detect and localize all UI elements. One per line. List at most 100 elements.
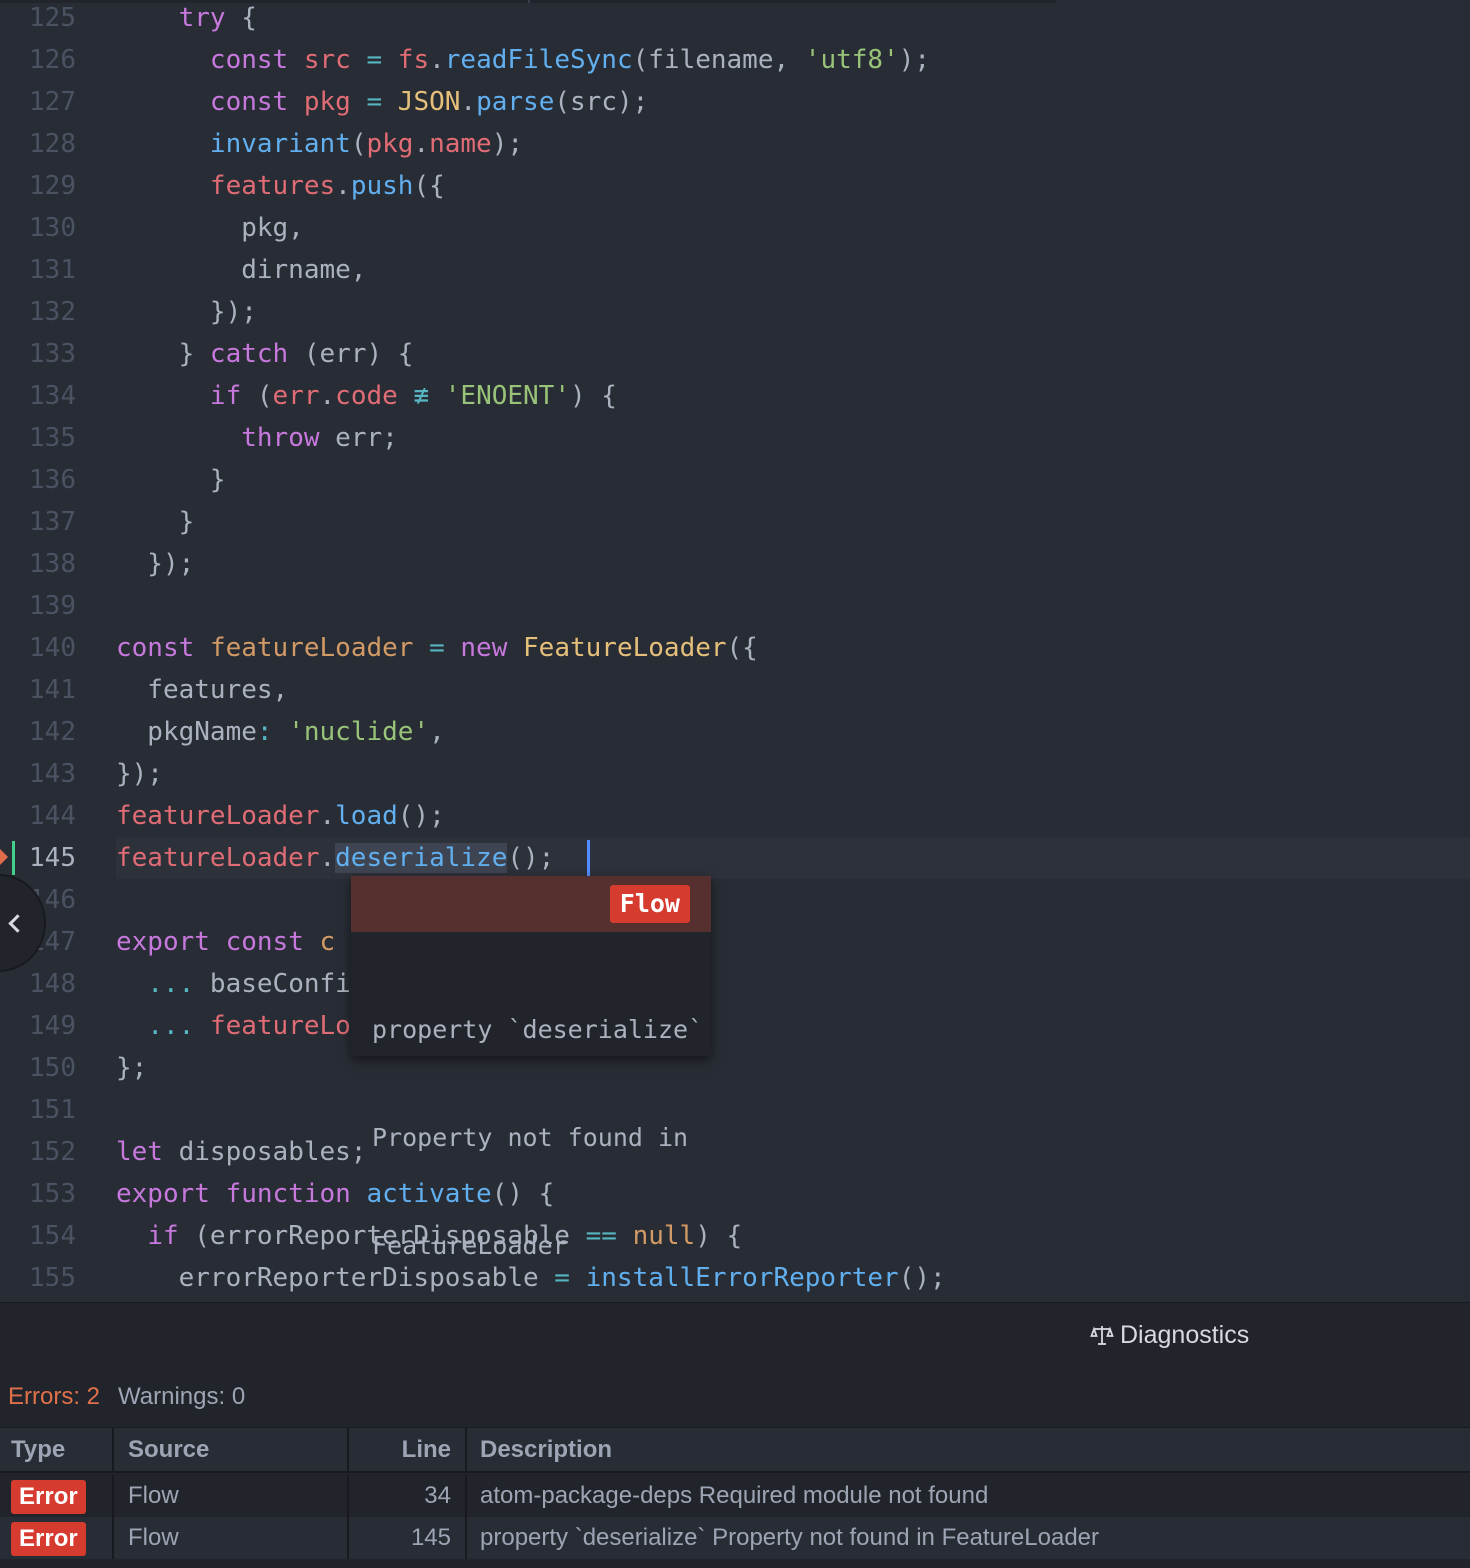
code-line[interactable]: 138 }); bbox=[0, 543, 1470, 585]
line-number[interactable]: 132 bbox=[0, 291, 76, 333]
code-line[interactable]: 141 features, bbox=[0, 669, 1470, 711]
code-line[interactable]: 137 } bbox=[0, 501, 1470, 543]
line-number[interactable]: 150 bbox=[0, 1047, 76, 1089]
line-number[interactable]: 139 bbox=[0, 585, 76, 627]
column-header-description[interactable]: Description bbox=[467, 1428, 1470, 1471]
line-number[interactable]: 125 bbox=[0, 0, 76, 39]
code-text[interactable]: invariant(pkg.name); bbox=[116, 123, 523, 165]
code-text[interactable]: if (err.code ≢ 'ENOENT') { bbox=[116, 375, 617, 417]
code-line[interactable]: 144 featureLoader.load(); bbox=[0, 795, 1470, 837]
code-text[interactable]: pkg, bbox=[116, 207, 304, 249]
line-number[interactable]: 130 bbox=[0, 207, 76, 249]
line-number[interactable]: 135 bbox=[0, 417, 76, 459]
code-text[interactable]: }); bbox=[116, 753, 163, 795]
code-line[interactable]: 126 const src = fs.readFileSync(filename… bbox=[0, 39, 1470, 81]
code-text[interactable]: let disposables; bbox=[116, 1131, 366, 1173]
line-number[interactable]: 128 bbox=[0, 123, 76, 165]
code-text[interactable]: } catch (err) { bbox=[116, 333, 414, 375]
line-number[interactable]: 126 bbox=[0, 39, 76, 81]
code-text[interactable]: }); bbox=[116, 543, 194, 585]
line-number[interactable]: 138 bbox=[0, 543, 76, 585]
code-line[interactable]: 142 pkgName: 'nuclide', bbox=[0, 711, 1470, 753]
code-line[interactable]: 128 invariant(pkg.name); bbox=[0, 123, 1470, 165]
code-line[interactable]: 143}); bbox=[0, 753, 1470, 795]
code-editor[interactable]: 125 try {126 const src = fs.readFileSync… bbox=[0, 0, 1470, 1302]
error-gutter-arrow-icon[interactable] bbox=[0, 849, 8, 865]
code-token: FeatureLoader bbox=[523, 633, 727, 663]
code-line[interactable]: 153 export function activate() { bbox=[0, 1173, 1470, 1215]
error-badge: Error bbox=[11, 1479, 86, 1514]
code-text[interactable]: throw err; bbox=[116, 417, 398, 459]
code-text[interactable]: try { bbox=[116, 0, 257, 39]
code-line[interactable]: 139 bbox=[0, 585, 1470, 627]
line-number[interactable]: 127 bbox=[0, 81, 76, 123]
code-text[interactable]: } bbox=[116, 501, 195, 543]
code-line[interactable]: 151 bbox=[0, 1089, 1470, 1131]
code-line[interactable]: 127 const pkg = JSON.parse(src); bbox=[0, 81, 1470, 123]
code-line[interactable]: 129 features.push({ bbox=[0, 165, 1470, 207]
table-row[interactable]: Error Flow 34 atom-package-deps Required… bbox=[0, 1475, 1470, 1517]
code-text[interactable]: ... featureLo bbox=[116, 1005, 351, 1047]
code-line[interactable]: 134 if (err.code ≢ 'ENOENT') { bbox=[0, 375, 1470, 417]
line-number[interactable]: 141 bbox=[0, 669, 76, 711]
code-line[interactable]: 130 pkg, bbox=[0, 207, 1470, 249]
code-text[interactable]: }); bbox=[116, 291, 257, 333]
line-number[interactable]: 129 bbox=[0, 165, 76, 207]
code-line[interactable]: 132 }); bbox=[0, 291, 1470, 333]
code-line[interactable]: 146 bbox=[0, 879, 1470, 921]
line-number[interactable]: 133 bbox=[0, 333, 76, 375]
code-text[interactable]: }; bbox=[116, 1047, 147, 1089]
code-text[interactable]: featureLoader.deserialize(); bbox=[116, 837, 554, 879]
line-number[interactable]: 152 bbox=[0, 1131, 76, 1173]
line-number[interactable]: 149 bbox=[0, 1005, 76, 1047]
code-text[interactable]: ... baseConfi bbox=[116, 963, 351, 1005]
table-row[interactable]: Error Flow 145 property `deserialize` Pr… bbox=[0, 1517, 1470, 1559]
code-line[interactable]: 155 errorReporterDisposable = installErr… bbox=[0, 1257, 1470, 1299]
code-text[interactable]: const src = fs.readFileSync(filename, 'u… bbox=[116, 39, 930, 81]
line-number[interactable]: 142 bbox=[0, 711, 76, 753]
code-text[interactable]: } bbox=[116, 459, 226, 501]
line-number[interactable]: 140 bbox=[0, 627, 76, 669]
code-line[interactable]: 152 let disposables; bbox=[0, 1131, 1470, 1173]
code-line[interactable]: 135 throw err; bbox=[0, 417, 1470, 459]
code-text[interactable]: const pkg = JSON.parse(src); bbox=[116, 81, 648, 123]
code-line[interactable]: 133 } catch (err) { bbox=[0, 333, 1470, 375]
code-text[interactable]: const featureLoader = new FeatureLoader(… bbox=[116, 627, 758, 669]
code-line[interactable]: 140 const featureLoader = new FeatureLoad… bbox=[0, 627, 1470, 669]
code-text[interactable]: featureLoader.load(); bbox=[116, 795, 445, 837]
column-header-source[interactable]: Source bbox=[114, 1428, 349, 1471]
diagnostics-title[interactable]: Diagnostics bbox=[1090, 1319, 1249, 1351]
code-text[interactable]: dirname, bbox=[116, 249, 366, 291]
line-number[interactable]: 154 bbox=[0, 1215, 76, 1257]
tooltip-message-line: Property not found in bbox=[372, 1123, 689, 1152]
line-number[interactable]: 153 bbox=[0, 1173, 76, 1215]
code-text[interactable]: features, bbox=[116, 669, 288, 711]
code-line[interactable]: 147 export const c bbox=[0, 921, 1470, 963]
line-number[interactable]: 143 bbox=[0, 753, 76, 795]
line-number[interactable]: 151 bbox=[0, 1089, 76, 1131]
line-number[interactable]: 144 bbox=[0, 795, 76, 837]
code-line[interactable]: 125 try { bbox=[0, 0, 1470, 39]
code-line[interactable]: 154 if (errorReporterDisposable == null)… bbox=[0, 1215, 1470, 1257]
code-line[interactable]: 150}; bbox=[0, 1047, 1470, 1089]
line-number[interactable]: 137 bbox=[0, 501, 76, 543]
line-number[interactable]: 131 bbox=[0, 249, 76, 291]
code-line[interactable]: 131 dirname, bbox=[0, 249, 1470, 291]
line-number[interactable]: 134 bbox=[0, 375, 76, 417]
code-text[interactable]: pkgName: 'nuclide', bbox=[116, 711, 444, 753]
line-number[interactable]: 136 bbox=[0, 459, 76, 501]
code-token: ({ bbox=[413, 171, 445, 201]
column-header-type[interactable]: Type bbox=[0, 1428, 114, 1471]
code-token: ) { bbox=[695, 1221, 743, 1251]
line-number[interactable]: 155 bbox=[0, 1257, 76, 1299]
code-line[interactable]: 145 featureLoader.deserialize(); bbox=[0, 837, 1470, 879]
code-token: ) { bbox=[570, 381, 617, 411]
code-line[interactable]: 136 } bbox=[0, 459, 1470, 501]
column-header-line[interactable]: Line bbox=[349, 1428, 467, 1471]
code-line[interactable]: 149 ... featureLo bbox=[0, 1005, 1470, 1047]
code-text[interactable]: export const c bbox=[116, 921, 335, 963]
code-line[interactable]: 148 ... baseConfi bbox=[0, 963, 1470, 1005]
code-text[interactable]: features.push({ bbox=[116, 165, 445, 207]
